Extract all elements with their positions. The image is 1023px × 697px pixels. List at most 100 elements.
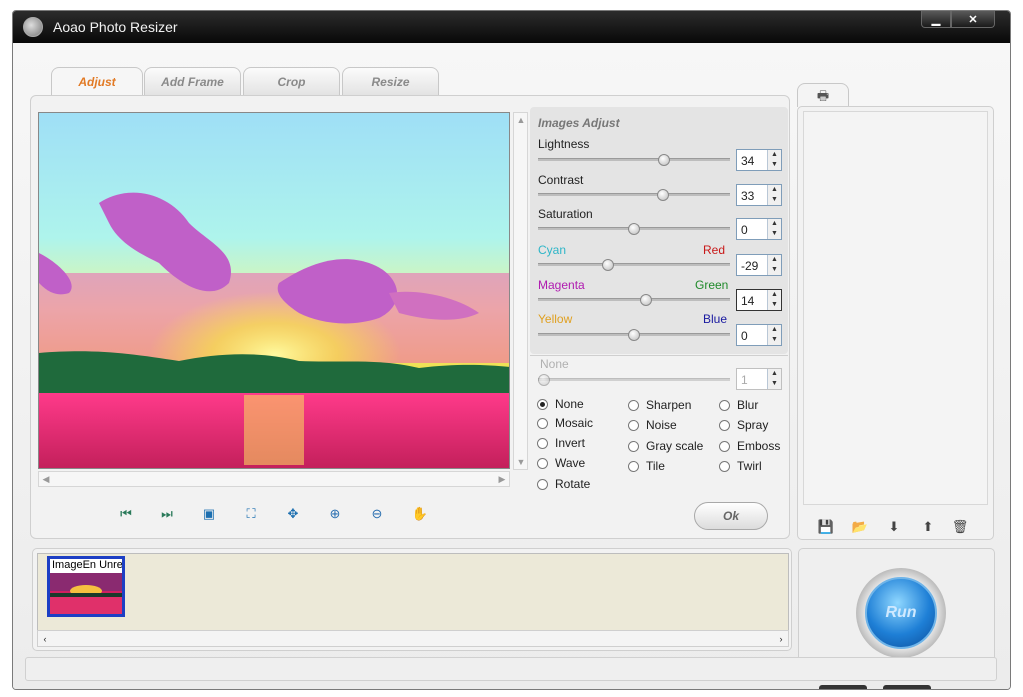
file-list[interactable] xyxy=(803,111,988,505)
open-folder-icon[interactable]: 📂 xyxy=(851,518,869,536)
stepper-arrows-icon[interactable]: ▲ ▼ xyxy=(767,150,781,170)
green-label: Green xyxy=(695,278,729,292)
effect-tile-radio[interactable]: Tile xyxy=(628,459,665,473)
effect-rotate-radio[interactable]: Rotate xyxy=(537,477,590,491)
file-list-tab[interactable]: 🖶 xyxy=(797,83,849,107)
delete-icon[interactable]: 🗑 xyxy=(951,518,969,536)
slider-thumb[interactable] xyxy=(640,294,652,306)
stepper-arrows-icon[interactable]: ▲ ▼ xyxy=(767,325,781,345)
slider-thumb[interactable] xyxy=(657,189,669,201)
slider-thumb[interactable] xyxy=(658,154,670,166)
contrast-label: Contrast xyxy=(538,173,584,187)
contrast-slider[interactable] xyxy=(538,189,730,201)
cyan-label: Cyan xyxy=(538,243,567,257)
saturation-stepper[interactable]: 0 ▲ ▼ xyxy=(736,218,782,240)
thumbnail-item[interactable]: ImageEn Unre xyxy=(47,556,125,617)
stepper-arrows-icon[interactable]: ▲ ▼ xyxy=(767,255,781,275)
stepper-arrows-icon[interactable]: ▲ ▼ xyxy=(767,185,781,205)
actual-size-icon[interactable]: ⛶ xyxy=(242,506,260,522)
effect-emboss-radio[interactable]: Emboss xyxy=(719,439,780,453)
magenta-green-slider[interactable] xyxy=(538,294,730,306)
client-area: Adjust Add Frame Crop Resize ◀ ▶ ▲ ▼ Ima… xyxy=(13,43,1010,689)
effect-none-radio[interactable]: None xyxy=(537,397,584,411)
lightness-slider[interactable] xyxy=(538,154,730,166)
resize-grip[interactable] xyxy=(883,685,931,689)
thumbnail-image xyxy=(50,573,122,614)
scroll-left-icon[interactable]: ◀ xyxy=(39,472,53,486)
saturation-slider[interactable] xyxy=(538,223,730,235)
effect-strength-slider[interactable] xyxy=(538,374,730,386)
first-icon[interactable]: ⏮ xyxy=(117,506,135,522)
effect-wave-radio[interactable]: Wave xyxy=(537,456,585,470)
lightness-label: Lightness xyxy=(538,137,590,151)
divider xyxy=(530,355,788,356)
effect-gray-scale-radio[interactable]: Gray scale xyxy=(628,439,703,453)
magenta-label: Magenta xyxy=(538,278,585,292)
red-label: Red xyxy=(703,243,726,257)
magenta-green-stepper[interactable]: 14 ▲ ▼ xyxy=(736,289,782,311)
scroll-up-icon[interactable]: ▲ xyxy=(514,113,528,127)
yellow-blue-stepper[interactable]: 0 ▲ ▼ xyxy=(736,324,782,346)
stepper-arrows-icon[interactable]: ▲ ▼ xyxy=(767,219,781,239)
slider-thumb[interactable] xyxy=(602,259,614,271)
window-title: Aoao Photo Resizer xyxy=(53,19,178,35)
effect-blur-radio[interactable]: Blur xyxy=(719,398,758,412)
run-button[interactable]: Run xyxy=(865,577,937,649)
effect-noise-radio[interactable]: Noise xyxy=(628,418,677,432)
last-icon[interactable]: ⏭ xyxy=(158,506,176,522)
slider-thumb[interactable] xyxy=(628,223,640,235)
ok-button[interactable]: Ok xyxy=(694,502,768,530)
contrast-stepper[interactable]: 33 ▲ ▼ xyxy=(736,184,782,206)
scroll-left-icon[interactable]: ‹ xyxy=(38,632,52,646)
app-icon xyxy=(23,17,43,37)
effect-strength-label: None xyxy=(540,357,569,371)
effect-twirl-radio[interactable]: Twirl xyxy=(719,459,762,473)
minimize-button[interactable]: ▁ xyxy=(921,11,951,28)
cyan-red-slider[interactable] xyxy=(538,259,730,271)
images-adjust-title: Images Adjust xyxy=(538,116,620,130)
move-up-icon[interactable]: ⬆ xyxy=(919,518,937,536)
scroll-right-icon[interactable]: › xyxy=(774,632,788,646)
image-preview[interactable] xyxy=(38,112,510,469)
cyan-red-stepper[interactable]: -29 ▲ ▼ xyxy=(736,254,782,276)
effect-sharpen-radio[interactable]: Sharpen xyxy=(628,398,691,412)
tab-resize[interactable]: Resize xyxy=(342,67,439,95)
app-window: Aoao Photo Resizer ▁ ✕ Adjust Add Frame … xyxy=(12,10,1011,690)
zoom-in-icon[interactable]: ⊕ xyxy=(326,506,344,522)
stepper-arrows-icon[interactable]: ▲ ▼ xyxy=(767,369,781,389)
move-icon[interactable]: ✥ xyxy=(284,506,302,522)
close-button[interactable]: ✕ xyxy=(951,11,995,28)
blue-label: Blue xyxy=(703,312,728,326)
title-bar: Aoao Photo Resizer ▁ ✕ xyxy=(13,11,1010,43)
slider-thumb[interactable] xyxy=(538,374,550,386)
tab-adjust[interactable]: Adjust xyxy=(51,67,143,96)
thumbnail-scrollbar[interactable]: ‹ › xyxy=(37,630,789,647)
move-down-icon[interactable]: ⬇ xyxy=(885,518,903,536)
slider-thumb[interactable] xyxy=(628,329,640,341)
save-icon[interactable]: 💾 xyxy=(817,518,835,536)
printer-icon: 🖶 xyxy=(816,88,830,103)
thumbnail-label: ImageEn Unre xyxy=(52,559,123,571)
zoom-out-icon[interactable]: ⊖ xyxy=(368,506,386,522)
stepper-arrows-icon[interactable]: ▲ ▼ xyxy=(767,290,781,310)
yellow-label: Yellow xyxy=(538,312,573,326)
scroll-down-icon[interactable]: ▼ xyxy=(514,455,528,469)
thumbnail-strip xyxy=(37,553,789,631)
scroll-right-icon[interactable]: ▶ xyxy=(495,472,509,486)
tab-crop[interactable]: Crop xyxy=(243,67,340,95)
resize-grip[interactable] xyxy=(819,685,867,689)
vertical-scrollbar[interactable]: ▲ ▼ xyxy=(513,112,528,470)
lightness-stepper[interactable]: 34 ▲ ▼ xyxy=(736,149,782,171)
yellow-blue-slider[interactable] xyxy=(538,329,730,341)
status-bar xyxy=(25,657,997,681)
hand-icon[interactable]: ✋ xyxy=(411,506,429,522)
effect-strength-stepper[interactable]: 1 ▲ ▼ xyxy=(736,368,782,390)
tab-add-frame[interactable]: Add Frame xyxy=(144,67,241,95)
saturation-label: Saturation xyxy=(538,207,593,221)
fit-icon[interactable]: ▣ xyxy=(200,506,218,522)
sunset-image xyxy=(39,113,509,468)
effect-mosaic-radio[interactable]: Mosaic xyxy=(537,416,593,430)
effect-invert-radio[interactable]: Invert xyxy=(537,436,585,450)
effect-spray-radio[interactable]: Spray xyxy=(719,418,768,432)
horizontal-scrollbar[interactable]: ◀ ▶ xyxy=(38,471,510,487)
